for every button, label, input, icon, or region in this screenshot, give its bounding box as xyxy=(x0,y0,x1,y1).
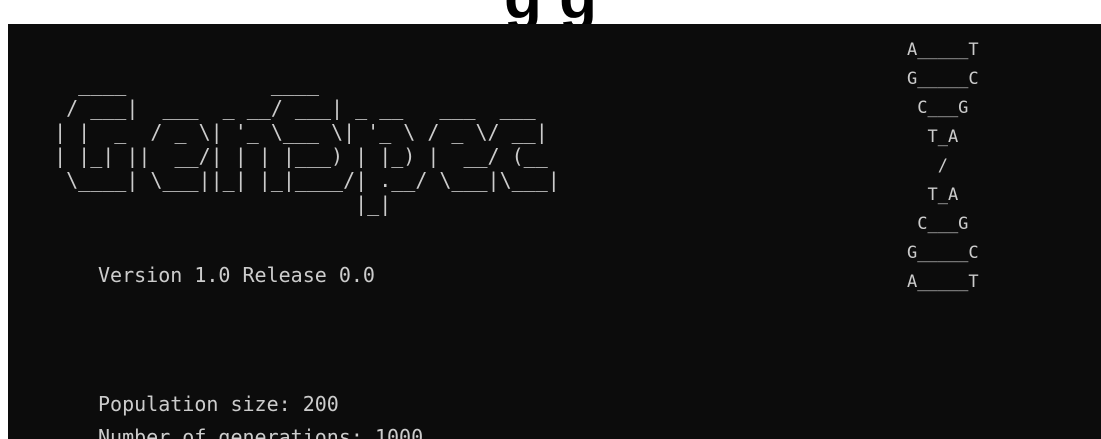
dna-helix-ascii-art: A_____T G_____C C___G T_A / T_A C___G G_… xyxy=(907,40,979,292)
genspec-ascii-logo: ____ ____ / ___| ___ _ __/ ___| _ __ ___… xyxy=(54,72,560,216)
screenshot-frame: g g ____ ____ / ___| ___ _ __/ ___| _ __… xyxy=(0,0,1101,439)
version-text: Version 1.0 Release 0.0 xyxy=(98,263,375,287)
generations-text: Number of generations: 1000 xyxy=(98,425,424,439)
console-window: ____ ____ / ___| ___ _ __/ ___| _ __ ___… xyxy=(8,24,1101,439)
population-size-text: Population size: 200 xyxy=(98,392,339,416)
